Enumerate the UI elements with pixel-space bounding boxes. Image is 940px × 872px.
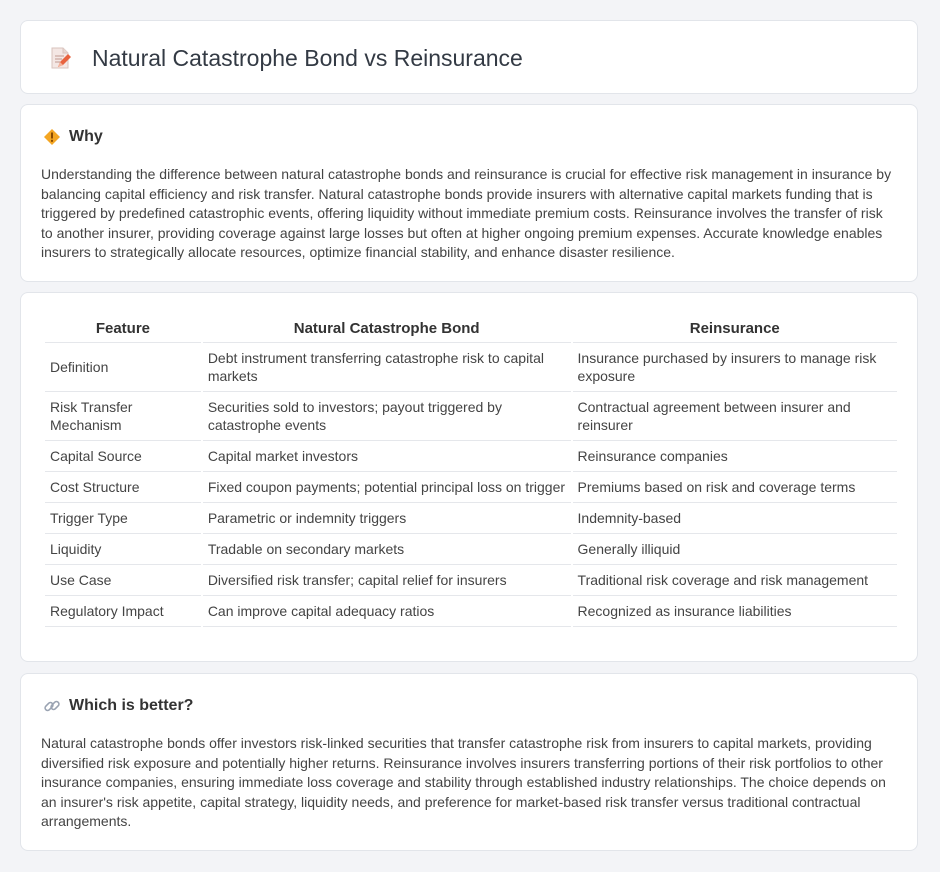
document-pencil-icon <box>51 47 71 69</box>
cat-bond-cell: Debt instrument transferring catastrophe… <box>202 343 571 392</box>
reinsurance-cell: Reinsurance companies <box>572 441 897 472</box>
table-row: Capital Source Capital market investors … <box>45 441 897 472</box>
cat-bond-cell: Fixed coupon payments; potential princip… <box>202 472 571 503</box>
feature-cell: Definition <box>45 343 201 392</box>
reinsurance-cell: Insurance purchased by insurers to manag… <box>572 343 897 392</box>
header-reinsurance: Reinsurance <box>572 314 897 343</box>
better-text: Natural catastrophe bonds offer investor… <box>41 735 886 830</box>
header-card: Natural Catastrophe Bond vs Reinsurance <box>20 20 918 94</box>
header-feature: Feature <box>45 314 201 343</box>
reinsurance-cell: Recognized as insurance liabilities <box>572 596 897 627</box>
feature-cell: Capital Source <box>45 441 201 472</box>
table-row: Trigger Type Parametric or indemnity tri… <box>45 503 897 534</box>
feature-cell: Cost Structure <box>45 472 201 503</box>
reinsurance-cell: Traditional risk coverage and risk manag… <box>572 565 897 596</box>
table-row: Cost Structure Fixed coupon payments; po… <box>45 472 897 503</box>
cat-bond-cell: Securities sold to investors; payout tri… <box>202 392 571 441</box>
feature-cell: Regulatory Impact <box>45 596 201 627</box>
feature-cell: Risk Transfer Mechanism <box>45 392 201 441</box>
table-header-row: Feature Natural Catastrophe Bond Reinsur… <box>45 314 897 343</box>
better-title: Which is better? <box>69 697 194 714</box>
cat-bond-cell: Can improve capital adequacy ratios <box>202 596 571 627</box>
feature-cell: Use Case <box>45 565 201 596</box>
reinsurance-cell: Contractual agreement between insurer an… <box>572 392 897 441</box>
reinsurance-cell: Generally illiquid <box>572 534 897 565</box>
better-heading: Which is better? <box>43 694 193 718</box>
reinsurance-cell: Premiums based on risk and coverage term… <box>572 472 897 503</box>
table-row: Risk Transfer Mechanism Securities sold … <box>45 392 897 441</box>
table-row: Use Case Diversified risk transfer; capi… <box>45 565 897 596</box>
page-title: Natural Catastrophe Bond vs Reinsurance <box>92 45 523 71</box>
which-is-better-section: Which is better? Natural catastrophe bon… <box>20 673 918 851</box>
comparison-table: Feature Natural Catastrophe Bond Reinsur… <box>43 314 899 627</box>
feature-cell: Trigger Type <box>45 503 201 534</box>
table-row: Definition Debt instrument transferring … <box>45 343 897 392</box>
table-row: Liquidity Tradable on secondary markets … <box>45 534 897 565</box>
cat-bond-cell: Tradable on secondary markets <box>202 534 571 565</box>
header-cat-bond: Natural Catastrophe Bond <box>202 314 571 343</box>
why-title: Why <box>69 128 103 145</box>
cat-bond-cell: Capital market investors <box>202 441 571 472</box>
why-heading: Why <box>43 125 103 149</box>
reinsurance-cell: Indemnity-based <box>572 503 897 534</box>
diamond-warning-icon <box>44 129 60 145</box>
comparison-section: Feature Natural Catastrophe Bond Reinsur… <box>20 292 918 662</box>
cat-bond-cell: Diversified risk transfer; capital relie… <box>202 565 571 596</box>
why-section: Why Understanding the difference between… <box>20 104 918 282</box>
cat-bond-cell: Parametric or indemnity triggers <box>202 503 571 534</box>
link-icon <box>44 700 60 712</box>
why-text: Understanding the difference between nat… <box>41 166 892 261</box>
table-row: Regulatory Impact Can improve capital ad… <box>45 596 897 627</box>
feature-cell: Liquidity <box>45 534 201 565</box>
